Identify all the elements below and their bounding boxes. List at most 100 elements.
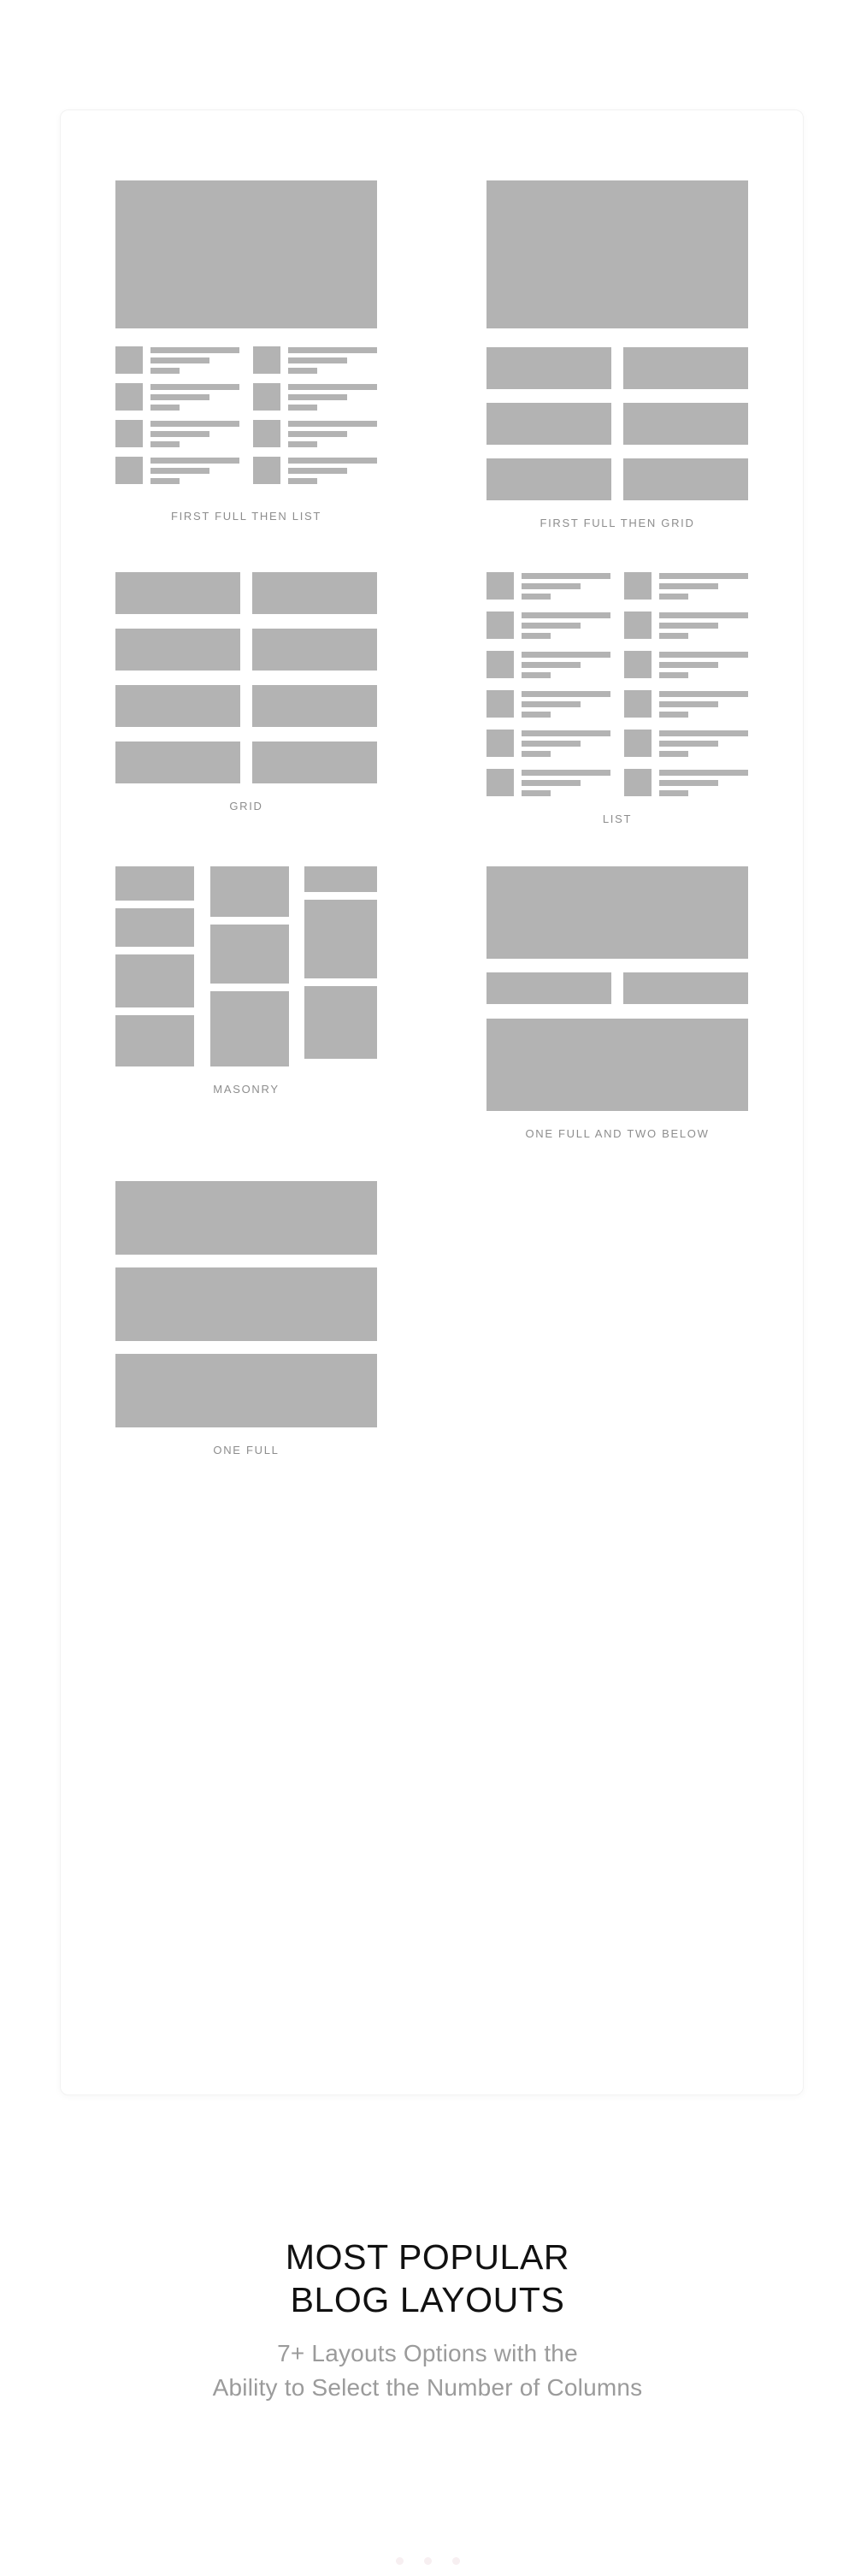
layout-previews-grid: FIRST FULL THEN LIST FIRST FULL THEN GRI… xyxy=(61,110,803,1456)
thumbnail-placeholder xyxy=(486,572,514,600)
text-line xyxy=(288,405,318,411)
layout-option-first-full-then-grid[interactable]: FIRST FULL THEN GRID xyxy=(432,180,803,529)
layout-thumbnail-one-full-and-two-below[interactable] xyxy=(486,866,748,1111)
list-row xyxy=(115,383,377,411)
half-placeholder xyxy=(623,972,748,1004)
grid-cell xyxy=(486,403,611,445)
thumbnail-placeholder xyxy=(115,457,143,484)
text-line xyxy=(522,741,581,747)
text-lines xyxy=(150,346,239,374)
layout-option-masonry[interactable]: MASONRY xyxy=(61,866,432,1140)
pagination-dot[interactable] xyxy=(423,2557,432,2565)
text-line xyxy=(659,770,748,776)
layout-option-grid[interactable]: GRID xyxy=(61,572,432,825)
text-line xyxy=(522,662,581,668)
text-line xyxy=(288,421,377,427)
hero-placeholder xyxy=(486,866,748,959)
pagination-dots[interactable] xyxy=(0,2557,855,2565)
text-line xyxy=(150,421,239,427)
masonry-block xyxy=(115,866,194,901)
text-line xyxy=(288,458,377,464)
list-item xyxy=(115,420,239,447)
text-line xyxy=(288,478,318,484)
pagination-dot[interactable] xyxy=(395,2557,404,2565)
layout-thumbnail-grid[interactable] xyxy=(115,572,377,783)
layout-option-one-full[interactable]: ONE FULL xyxy=(61,1181,432,1456)
text-lines xyxy=(522,572,610,600)
text-line xyxy=(150,458,239,464)
list-item xyxy=(486,769,610,796)
thumbnail-placeholder xyxy=(486,612,514,639)
text-lines xyxy=(522,730,610,757)
list-item xyxy=(486,690,610,718)
text-line xyxy=(522,633,551,639)
grid-cell xyxy=(115,572,240,614)
layout-option-label: ONE FULL AND TWO BELOW xyxy=(525,1127,710,1140)
list-item xyxy=(486,651,610,678)
text-line xyxy=(150,478,180,484)
thumbnail-placeholder xyxy=(115,420,143,447)
full-placeholder xyxy=(115,1181,377,1255)
list-row xyxy=(115,420,377,447)
layouts-card: FIRST FULL THEN LIST FIRST FULL THEN GRI… xyxy=(60,109,804,2095)
masonry-block xyxy=(304,986,377,1059)
masonry-block xyxy=(209,925,289,984)
pagination-dot[interactable] xyxy=(451,2557,460,2565)
thumbnail-placeholder xyxy=(624,730,652,757)
thumbnail-placeholder xyxy=(253,383,280,411)
text-line xyxy=(288,357,347,363)
text-line xyxy=(659,583,718,589)
text-line xyxy=(288,394,347,400)
text-line xyxy=(522,672,551,678)
list-row xyxy=(115,457,377,484)
half-placeholder xyxy=(486,972,611,1004)
text-line xyxy=(288,384,377,390)
layout-thumbnail-first-full-then-list[interactable] xyxy=(115,180,377,493)
text-lines xyxy=(659,651,748,678)
text-line xyxy=(659,662,718,668)
list-item xyxy=(253,457,377,484)
text-lines xyxy=(659,612,748,639)
layout-option-label: GRID xyxy=(229,800,263,812)
masonry-block xyxy=(115,907,194,947)
text-line xyxy=(288,441,318,447)
text-line xyxy=(659,672,689,678)
preview-row: FIRST FULL THEN LIST FIRST FULL THEN GRI… xyxy=(61,180,803,529)
text-lines xyxy=(522,612,610,639)
empty-cell xyxy=(432,1181,803,1456)
layout-thumbnail-first-full-then-grid[interactable] xyxy=(486,180,748,500)
thumbnail-placeholder xyxy=(253,420,280,447)
text-line xyxy=(150,405,180,411)
masonry-block xyxy=(115,1014,194,1066)
grid-cell xyxy=(115,685,240,727)
list-item xyxy=(253,383,377,411)
text-line xyxy=(522,730,610,736)
text-line xyxy=(659,652,748,658)
hero-placeholder xyxy=(115,180,377,328)
layout-thumbnail-list[interactable] xyxy=(486,572,748,796)
layout-option-one-full-and-two-below[interactable]: ONE FULL AND TWO BELOW xyxy=(432,866,803,1140)
preview-row: MASONRY ONE FULL AND TWO BELOW xyxy=(61,866,803,1140)
layout-option-list[interactable]: LIST xyxy=(432,572,803,825)
layout-thumbnail-masonry[interactable] xyxy=(115,866,377,1066)
full-placeholder xyxy=(115,1267,377,1341)
grid-cell xyxy=(252,629,377,671)
text-line xyxy=(522,594,551,600)
list-item xyxy=(624,769,748,796)
full-placeholder xyxy=(115,1354,377,1427)
text-line xyxy=(150,347,239,353)
text-line xyxy=(150,357,209,363)
list-item xyxy=(115,457,239,484)
layout-option-first-full-then-list[interactable]: FIRST FULL THEN LIST xyxy=(61,180,432,529)
grid-cell xyxy=(115,629,240,671)
text-lines xyxy=(659,572,748,600)
thumbnail-placeholder xyxy=(115,383,143,411)
text-line xyxy=(659,741,718,747)
page-title-line1: MOST POPULAR xyxy=(285,2237,570,2277)
masonry-block xyxy=(209,990,289,1066)
text-line xyxy=(150,394,209,400)
list-item xyxy=(624,612,748,639)
masonry-column xyxy=(304,866,377,1066)
masonry-column xyxy=(115,866,194,1066)
layout-thumbnail-one-full[interactable] xyxy=(115,1181,377,1427)
